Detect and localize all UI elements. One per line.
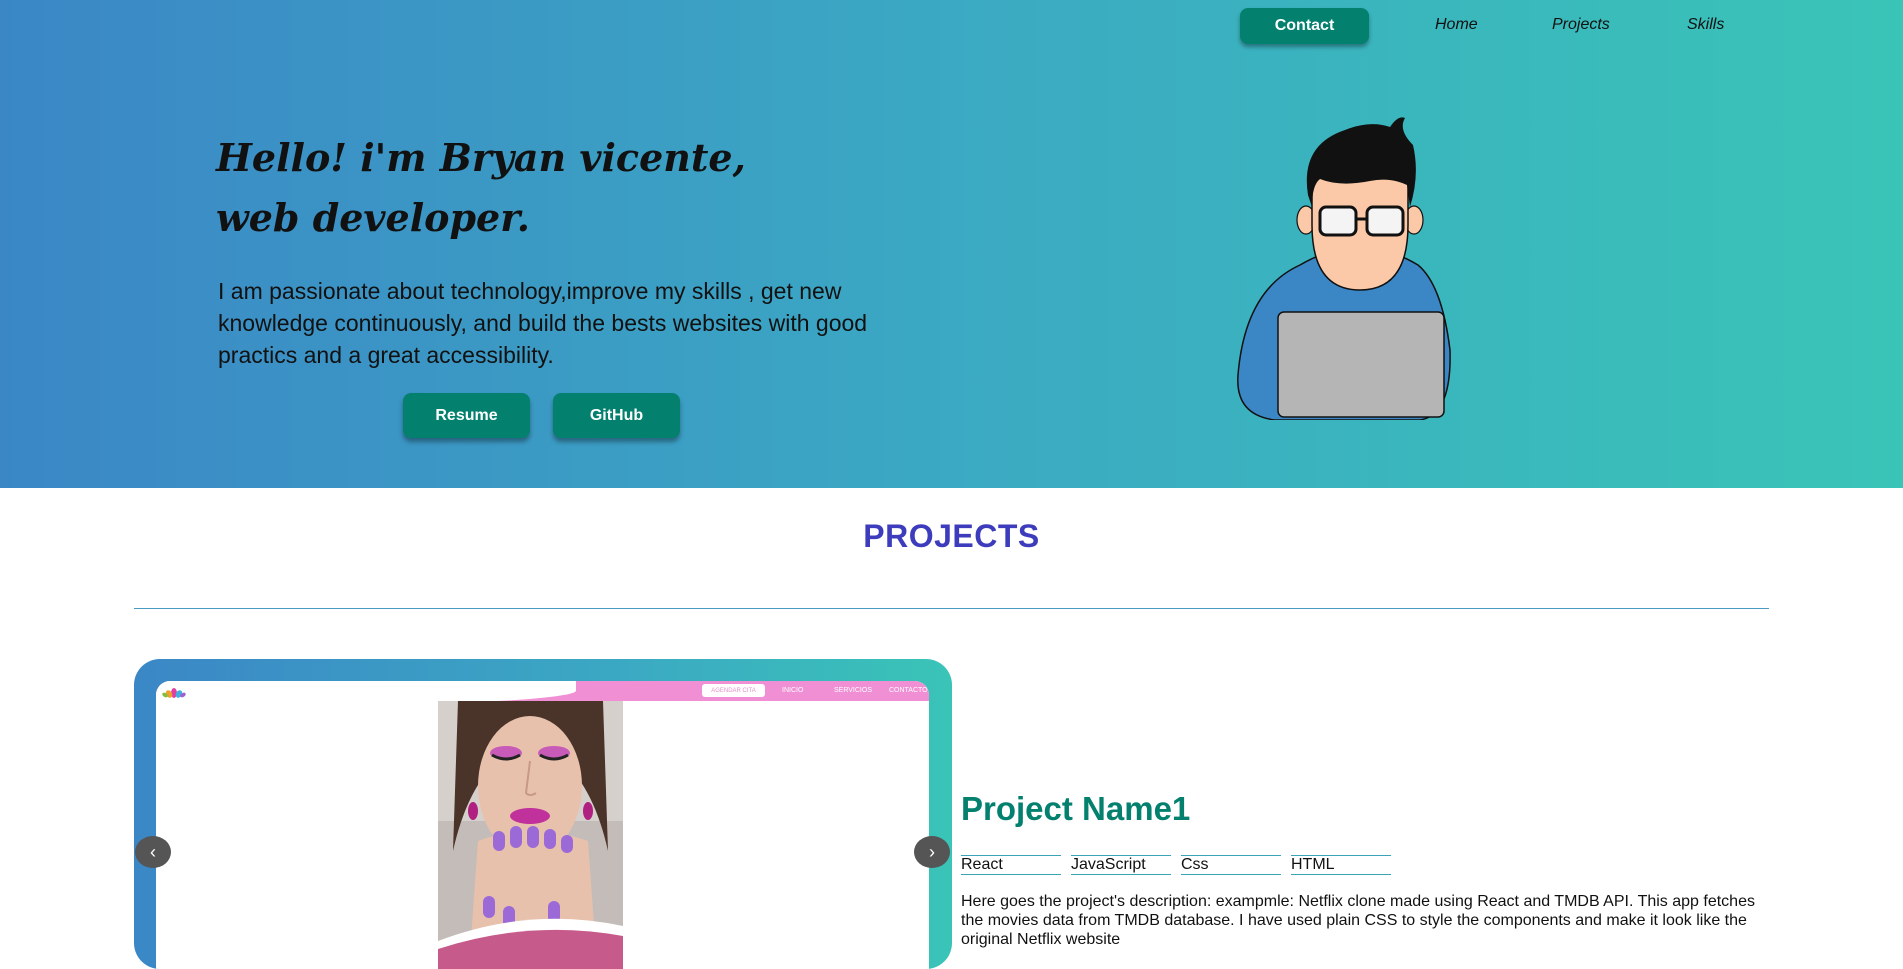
nav-contact-button[interactable]: Contact (1240, 8, 1369, 44)
screenshot-agendar-button: AGENDAR CITA (702, 684, 765, 697)
resume-button[interactable]: Resume (403, 393, 530, 438)
lotus-logo-icon (162, 688, 186, 698)
nav-projects-link[interactable]: Projects (1552, 16, 1610, 34)
screenshot-link-contacto: CONTACTO (889, 687, 928, 694)
hero-title: Hello! i'm Bryan vicente, web developer. (216, 135, 746, 240)
nav-skills-link[interactable]: Skills (1687, 16, 1724, 34)
project-description: Here goes the project's description: exa… (961, 893, 1755, 948)
project-tag: JavaScript (1071, 855, 1171, 875)
github-button[interactable]: GitHub (553, 393, 680, 438)
project-carousel[interactable]: AGENDAR CITA INICIO SERVICIOS CONTACTO (134, 659, 952, 969)
developer-with-laptop-icon (1237, 117, 1451, 420)
project-tag: HTML (1291, 855, 1391, 875)
chevron-left-icon[interactable]: ‹ (135, 836, 171, 868)
section-divider (134, 608, 1769, 609)
project-tag: React (961, 855, 1061, 875)
projects-section-title: PROJECTS (863, 518, 1040, 554)
hero-section: Contact Home Projects Skills Hello! i'm … (0, 0, 1903, 488)
hero-description: I am passionate about technology,improve… (218, 278, 868, 368)
project-name: Project Name1 (961, 790, 1191, 827)
chevron-right-icon[interactable]: › (914, 836, 950, 868)
project-tag: Css (1181, 855, 1281, 875)
screenshot-link-servicios: SERVICIOS (834, 687, 872, 694)
nav-home-link[interactable]: Home (1435, 16, 1478, 34)
model-portrait-image (438, 701, 623, 969)
screenshot-link-inicio: INICIO (782, 687, 804, 694)
top-nav: Contact Home Projects Skills (1240, 8, 1900, 46)
project-screenshot: AGENDAR CITA INICIO SERVICIOS CONTACTO (156, 681, 929, 969)
